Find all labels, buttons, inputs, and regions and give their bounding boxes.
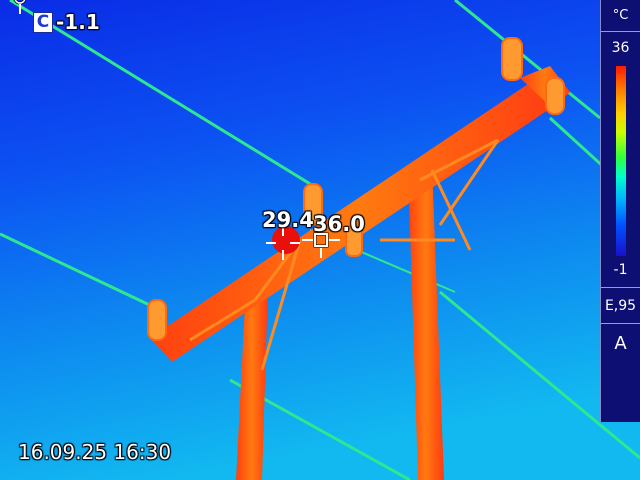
measure-mode-badge: C (33, 12, 53, 33)
temperature-scale-panel: °C 36 -1 E,95 A (600, 0, 640, 422)
insulator-3 (501, 37, 523, 81)
capture-timestamp: 16.09.25 16:30 (18, 440, 172, 464)
range-mode-label: A (614, 333, 627, 354)
marker1-temperature: 29.4 (262, 208, 314, 232)
color-gradient-bar (616, 66, 626, 256)
marker2-temperature: 36.0 (313, 212, 365, 236)
emissivity-label: E,95 (601, 288, 640, 324)
spot-temperature-readout: -1.1 (56, 10, 100, 34)
scale-min-value: -1 (613, 262, 628, 278)
insulator-4 (545, 77, 565, 115)
unit-label: °C (601, 0, 640, 32)
color-scale: 36 -1 (601, 32, 640, 288)
scale-max-value: 36 (611, 40, 630, 56)
thermal-image (0, 0, 640, 480)
insulator-1 (147, 299, 167, 341)
